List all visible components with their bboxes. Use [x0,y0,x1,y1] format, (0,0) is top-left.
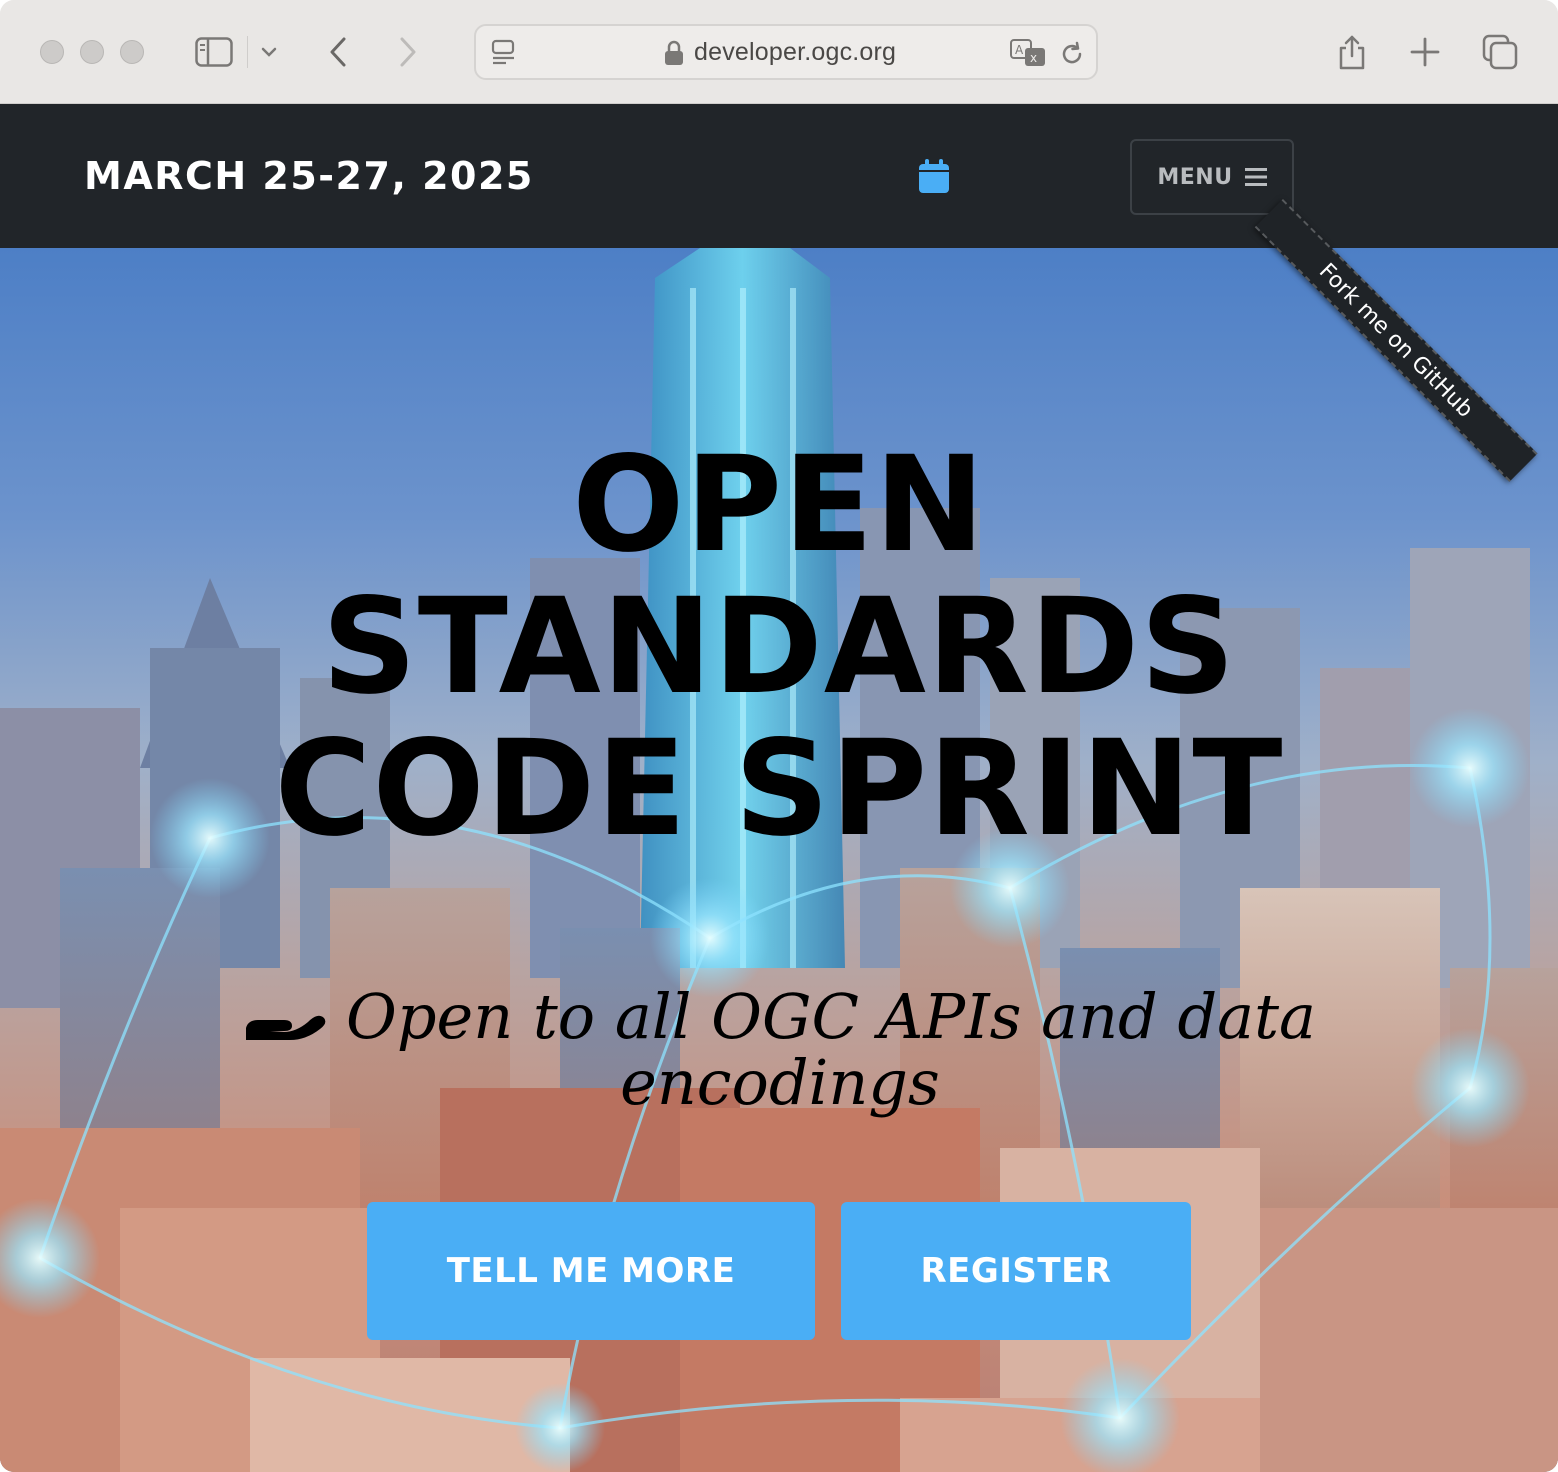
headline-line-2: STANDARDS [321,570,1237,724]
hand-holding-icon [244,988,328,1040]
sidebar-toggle-icon[interactable] [192,30,236,74]
subheading-text: Open to all OGC APIs and data encodings [346,980,1316,1119]
event-date-brand[interactable]: MARCH 25-27, 2025 [84,154,534,198]
reader-icon[interactable] [488,36,520,68]
menu-button[interactable]: MENU [1130,139,1294,215]
address-bar[interactable]: developer.ogc.org Ax [474,24,1098,80]
browser-toolbar: developer.ogc.org Ax [0,0,1558,104]
zoom-window-button[interactable] [120,40,144,64]
tab-overview-icon[interactable] [1478,30,1522,74]
browser-window: developer.ogc.org Ax MARCH 25-27, 2025 M… [0,0,1558,1472]
new-tab-icon[interactable] [1403,30,1447,74]
tell-me-more-button[interactable]: TELL ME MORE [367,1202,815,1340]
close-window-button[interactable] [40,40,64,64]
hamburger-icon [1244,167,1267,187]
minimize-window-button[interactable] [80,40,104,64]
calendar-icon[interactable] [918,158,950,194]
share-icon[interactable] [1330,30,1374,74]
svg-text:x: x [1030,51,1037,65]
back-icon[interactable] [316,30,360,74]
svg-text:A: A [1015,43,1024,57]
headline-line-1: OPEN [572,428,986,582]
top-navbar: MARCH 25-27, 2025 MENU [0,104,1558,248]
chevron-down-icon[interactable] [254,30,284,74]
forward-icon[interactable] [386,30,430,74]
menu-label: MENU [1157,164,1233,190]
toolbar-divider [247,36,248,68]
headline-line-3: CODE SPRINT [274,712,1284,866]
hero-headline: OPEN STANDARDS CODE SPRINT [0,434,1558,860]
reload-icon[interactable] [1056,38,1088,70]
translate-icon[interactable]: Ax [1008,36,1048,70]
lock-icon [664,40,684,66]
web-page: MARCH 25-27, 2025 MENU Fork me on GitHub [0,104,1558,1472]
url-text[interactable]: developer.ogc.org [694,38,896,67]
hero-subheading: Open to all OGC APIs and data encodings [200,984,1360,1116]
register-button[interactable]: REGISTER [841,1202,1191,1340]
